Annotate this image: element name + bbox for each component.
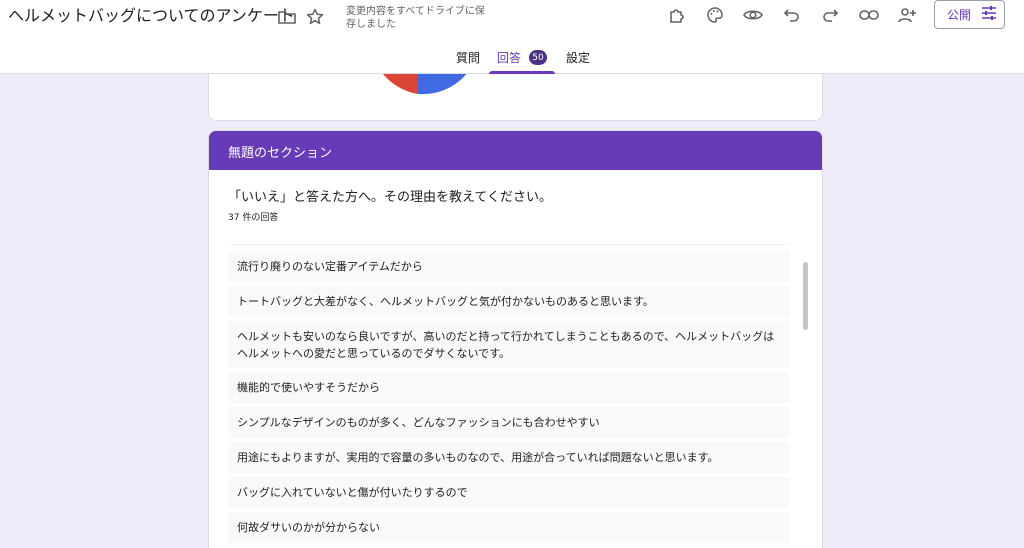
tab-bar: 質問 回答 設定 [0, 48, 1024, 74]
section-title: 無題のセクション [209, 131, 822, 170]
pie-chart [383, 74, 467, 95]
response-item: 用途にもよりますが、実用的で容量の多いものなので、用途が合っていれば問題ないと思… [228, 442, 790, 473]
chart-card [208, 74, 823, 121]
undo-icon[interactable] [781, 4, 803, 26]
section-card: 無題のセクション 「いいえ」と答えた方へ。その理由を教えてください。 37 件の… [208, 130, 823, 548]
response-item: シンプルなデザインのものが多く、どんなファッションにも合わせやすい [228, 407, 790, 438]
response-item: トートバッグと大差がなく、ヘルメットバッグと気が付かないものあると思います。 [228, 286, 790, 317]
response-list-scrollbar[interactable] [803, 262, 808, 330]
pie-slice-blue [418, 74, 467, 95]
response-count-badge: 50 [529, 50, 547, 65]
response-count: 37 件の回答 [228, 213, 279, 223]
response-item: バッグに入れていないと傷が付いたりするので [228, 477, 790, 508]
pie-slice-red [383, 74, 418, 94]
link-icon[interactable] [858, 4, 880, 26]
save-status: 変更内容をすべてドライブに保存しました [346, 6, 485, 30]
preview-eye-icon[interactable] [742, 4, 764, 26]
response-list[interactable]: 流行り廃りのない定番アイテムだから トートバッグと大差がなく、ヘルメットバッグと… [228, 244, 790, 548]
publish-button[interactable]: 公開 [934, 0, 1005, 29]
response-item: 機能的で使いやすそうだから [228, 372, 790, 403]
tab-questions[interactable]: 質問 [456, 50, 480, 66]
publish-label: 公開 [947, 8, 972, 22]
response-item: ヘルメットも安いのなら良いですが、高いのだと持って行かれてしまうこともあるので、… [228, 321, 790, 368]
star-icon[interactable] [304, 6, 326, 28]
app-header: ヘルメットバッグについてのアンケート 変更内容をすべてドライブに保存しました 公… [0, 0, 1024, 74]
response-item: 何故ダサいのかが分からない [228, 512, 790, 543]
tab-settings[interactable]: 設定 [566, 50, 590, 66]
palette-icon[interactable] [704, 4, 726, 26]
folder-icon[interactable] [276, 6, 298, 28]
question-title: 「いいえ」と答えた方へ。その理由を教えてください。 [228, 190, 552, 205]
settings-sliders-icon [981, 6, 997, 23]
response-item: 流行り廃りのない定番アイテムだから [228, 251, 790, 282]
addon-puzzle-icon[interactable] [666, 4, 688, 26]
add-collaborator-icon[interactable] [896, 4, 918, 26]
form-title[interactable]: ヘルメットバッグについてのアンケート [8, 6, 295, 26]
redo-icon[interactable] [819, 4, 841, 26]
tab-responses[interactable]: 回答 [497, 50, 521, 66]
